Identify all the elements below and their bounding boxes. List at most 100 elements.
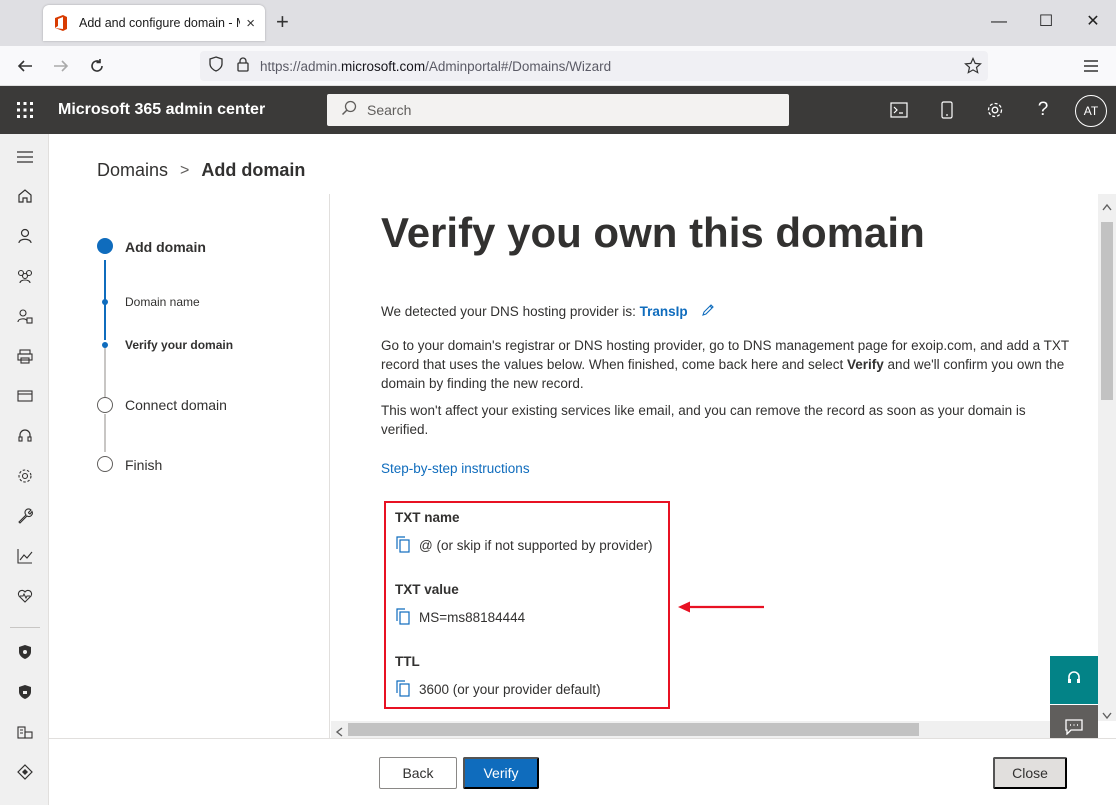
txt-name-row: @ (or skip if not supported by provider) [395,536,653,554]
scroll-down-icon[interactable] [1102,707,1112,725]
step-connect-domain: Connect domain [125,397,227,413]
horizontal-scroll-thumb[interactable] [348,723,919,736]
ttl-label: TTL [395,654,420,669]
search-input[interactable]: Search [327,94,789,126]
provider-name: TransIp [639,304,688,319]
edit-pencil-icon[interactable] [701,303,715,322]
app-launcher-icon[interactable] [15,100,35,120]
step-add-domain: Add domain [125,239,206,255]
step-dot-pending [97,397,113,413]
copy-icon[interactable] [395,680,411,698]
url-host: microsoft.com [341,58,426,74]
headset-icon [1065,669,1083,692]
horizontal-scrollbar[interactable] [331,721,1098,738]
verify-button[interactable]: Verify [463,757,539,789]
help-chat-fab[interactable] [1050,656,1098,704]
user-icon[interactable] [12,223,38,249]
hamburger-menu-icon[interactable] [12,144,38,170]
left-nav-rail [0,134,49,805]
copy-icon[interactable] [395,608,411,626]
txt-value-value: MS=ms88184444 [419,609,526,625]
url-prefix: https://admin. [260,58,342,74]
new-tab-button[interactable]: + [276,10,289,34]
red-arrow-annotation-icon [676,600,766,619]
mobile-app-icon[interactable] [935,98,959,122]
close-button[interactable]: Close [993,757,1067,789]
vertical-scroll-thumb[interactable] [1101,222,1113,400]
bookmark-star-icon[interactable] [964,57,982,80]
office-favicon-icon [53,15,69,31]
groups-icon[interactable] [12,263,38,289]
ttl-value: 3600 (or your provider default) [419,681,601,697]
endpoint-icon[interactable] [12,719,38,745]
url-path: /Adminportal#/Domains/Wizard [425,58,612,74]
maximize-button[interactable]: ☐ [1033,10,1059,34]
wizard-content: Verify you own this domain We detected y… [331,194,1098,721]
home-icon[interactable] [12,183,38,209]
wizard-footer: Back Verify Close [49,738,1116,805]
substep-dot-current [102,342,108,348]
support-headset-icon[interactable] [12,423,38,449]
reload-icon[interactable] [85,54,109,78]
breadcrumb: Domains > Add domain [97,160,305,181]
feedback-chat-icon [1065,718,1083,740]
step-finish: Finish [125,457,163,473]
lock-icon[interactable] [236,56,250,77]
settings-gear-icon[interactable] [983,98,1007,122]
txt-name-label: TXT name [395,510,460,525]
security-shield-icon[interactable] [12,639,38,665]
settings-icon[interactable] [12,463,38,489]
forward-arrow-icon[interactable] [49,54,73,78]
ttl-row: 3600 (or your provider default) [395,680,601,698]
scroll-up-icon[interactable] [1102,198,1112,216]
txt-value-row: MS=ms88184444 [395,608,525,626]
instructions-paragraph: Go to your domain's registrar or DNS hos… [381,336,1071,393]
health-icon[interactable] [12,583,38,609]
step-connector-pending [104,346,106,399]
instructions-verify-word: Verify [847,357,884,372]
step-verify-domain: Verify your domain [125,338,234,352]
tab-title: Add and configure domain - Microsoft 365 [79,16,240,30]
browser-tab[interactable]: Add and configure domain - Microsoft 365… [43,5,265,41]
step-connector-pending [104,414,106,452]
step-dot-active [97,238,113,254]
app-title[interactable]: Microsoft 365 admin center [58,101,265,119]
setup-wrench-icon[interactable] [12,503,38,529]
copy-icon[interactable] [395,536,411,554]
azure-ad-icon[interactable] [12,759,38,785]
vertical-scrollbar[interactable] [1098,194,1116,721]
compliance-shield-icon[interactable] [12,679,38,705]
services-note-paragraph: This won't affect your existing services… [381,403,1026,437]
user-avatar[interactable]: AT [1075,95,1107,127]
page-title: Verify you own this domain [381,209,925,256]
wizard-stepper: Add domain Domain name Verify your domai… [49,194,330,738]
txt-record-box: TXT name @ (or skip if not supported by … [384,501,670,709]
step-by-step-link[interactable]: Step-by-step instructions [381,461,530,476]
tab-close-icon[interactable]: × [246,15,255,32]
dns-provider-text: We detected your DNS hosting provider is… [381,302,1071,322]
txt-name-value: @ (or skip if not supported by provider) [419,537,653,553]
resources-icon[interactable] [12,343,38,369]
window-close-button[interactable]: ✕ [1080,10,1106,34]
provider-prefix: We detected your DNS hosting provider is… [381,304,640,319]
substep-dot [102,299,108,305]
minimize-button[interactable]: — [986,10,1012,34]
search-placeholder: Search [367,102,412,118]
breadcrumb-current: Add domain [201,160,306,180]
reports-chart-icon[interactable] [12,543,38,569]
url-text: https://admin.microsoft.com/Adminportal#… [260,59,611,74]
terminal-icon[interactable] [887,98,911,122]
url-field[interactable]: https://admin.microsoft.com/Adminportal#… [200,51,988,81]
search-icon [341,100,357,121]
billing-card-icon[interactable] [12,383,38,409]
step-dot-pending [97,456,113,472]
browser-menu-icon[interactable] [1079,54,1103,78]
roles-icon[interactable] [12,303,38,329]
breadcrumb-domains-link[interactable]: Domains [97,160,168,181]
address-bar: https://admin.microsoft.com/Adminportal#… [0,46,1116,86]
shield-icon[interactable] [208,55,224,77]
browser-tab-bar: Add and configure domain - Microsoft 365… [0,0,1116,46]
back-arrow-icon[interactable] [13,54,37,78]
back-button[interactable]: Back [379,757,457,789]
help-icon[interactable]: ? [1031,98,1055,122]
